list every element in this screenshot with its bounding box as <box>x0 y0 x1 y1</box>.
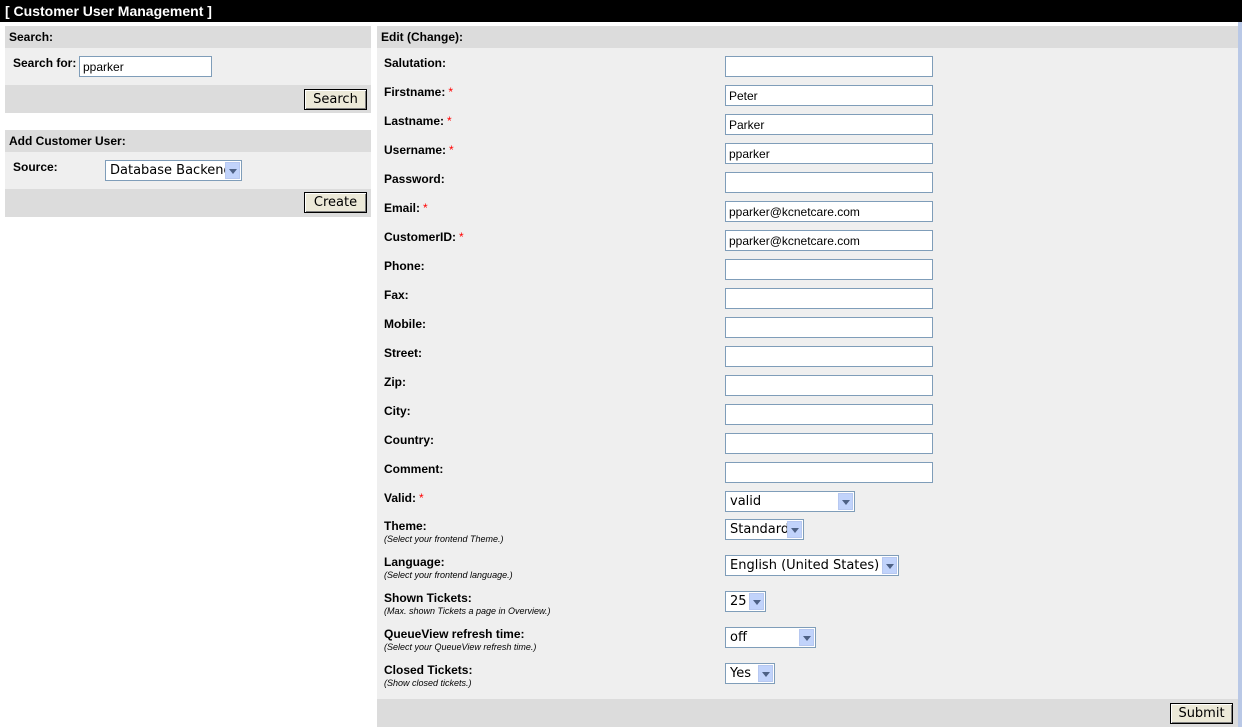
add-user-heading: Add Customer User: <box>5 130 371 152</box>
username-input[interactable] <box>725 143 933 164</box>
source-select-value: Database Backend <box>110 163 232 178</box>
fax-label: Fax: <box>384 288 409 302</box>
mobile-input[interactable] <box>725 317 933 338</box>
zip-input[interactable] <box>725 375 933 396</box>
chevron-down-icon <box>787 521 802 538</box>
language-select[interactable]: English (United States) <box>725 555 899 576</box>
required-mark: * <box>447 114 452 128</box>
city-input[interactable] <box>725 404 933 425</box>
required-mark: * <box>423 201 428 215</box>
firstname-input[interactable] <box>725 85 933 106</box>
required-mark: * <box>459 230 464 244</box>
customerid-input[interactable] <box>725 230 933 251</box>
lastname-label-text: Lastname: <box>384 114 445 128</box>
language-label: Language: <box>384 555 445 569</box>
language-hint: (Select your frontend language.) <box>384 570 513 580</box>
chevron-down-icon <box>758 665 773 682</box>
valid-label: Valid: * <box>384 491 424 505</box>
refresh-hint: (Select your QueueView refresh time.) <box>384 642 537 652</box>
password-label: Password: <box>384 172 445 186</box>
search-label: Search for: <box>13 56 77 70</box>
phone-input[interactable] <box>725 259 933 280</box>
refresh-label: QueueView refresh time: <box>384 627 525 641</box>
refresh-select[interactable]: off <box>725 627 816 648</box>
email-label: Email: * <box>384 201 428 215</box>
mobile-label: Mobile: <box>384 317 426 331</box>
chevron-down-icon <box>749 593 764 610</box>
required-mark: * <box>449 143 454 157</box>
chevron-down-icon <box>799 629 814 646</box>
valid-label-text: Valid: <box>384 491 417 505</box>
chevron-down-icon <box>838 493 853 510</box>
create-button[interactable]: Create <box>304 192 367 213</box>
city-label: City: <box>384 404 411 418</box>
closed-tickets-select[interactable]: Yes <box>725 663 775 684</box>
theme-hint: (Select your frontend Theme.) <box>384 534 504 544</box>
lastname-label: Lastname: * <box>384 114 452 128</box>
username-label: Username: * <box>384 143 454 157</box>
email-input[interactable] <box>725 201 933 222</box>
lastname-input[interactable] <box>725 114 933 135</box>
shown-tickets-select[interactable]: 25 <box>725 591 766 612</box>
page-title: [ Customer User Management ] <box>0 0 1242 22</box>
closed-tickets-hint: (Show closed tickets.) <box>384 678 472 688</box>
password-input[interactable] <box>725 172 933 193</box>
shown-tickets-label: Shown Tickets: <box>384 591 472 605</box>
refresh-select-value: off <box>730 630 747 645</box>
country-label: Country: <box>384 433 434 447</box>
valid-select-value: valid <box>730 494 762 509</box>
country-input[interactable] <box>725 433 933 454</box>
theme-select-value: Standard <box>730 522 790 537</box>
window-edge <box>1238 22 1242 727</box>
phone-label: Phone: <box>384 259 425 273</box>
submit-button[interactable]: Submit <box>1170 703 1233 724</box>
comment-label: Comment: <box>384 462 444 476</box>
chevron-down-icon <box>882 557 897 574</box>
firstname-label: Firstname: * <box>384 85 453 99</box>
fax-input[interactable] <box>725 288 933 309</box>
search-heading: Search: <box>5 26 371 48</box>
firstname-label-text: Firstname: <box>384 85 446 99</box>
closed-tickets-label: Closed Tickets: <box>384 663 473 677</box>
street-input[interactable] <box>725 346 933 367</box>
search-button[interactable]: Search <box>304 89 367 110</box>
required-mark: * <box>419 491 424 505</box>
source-label: Source: <box>13 160 58 174</box>
closed-tickets-select-value: Yes <box>730 666 751 681</box>
valid-select[interactable]: valid <box>725 491 855 512</box>
comment-input[interactable] <box>725 462 933 483</box>
theme-label: Theme: <box>384 519 427 533</box>
edit-footer <box>377 699 1238 727</box>
search-input[interactable] <box>79 56 212 77</box>
theme-select[interactable]: Standard <box>725 519 804 540</box>
source-select[interactable]: Database Backend <box>105 160 242 181</box>
customerid-label-text: CustomerID: <box>384 230 457 244</box>
username-label-text: Username: <box>384 143 447 157</box>
chevron-down-icon <box>225 162 240 179</box>
salutation-label: Salutation: <box>384 56 446 70</box>
language-select-value: English (United States) <box>730 558 880 573</box>
email-label-text: Email: <box>384 201 421 215</box>
customerid-label: CustomerID: * <box>384 230 464 244</box>
shown-tickets-select-value: 25 <box>730 594 747 609</box>
zip-label: Zip: <box>384 375 406 389</box>
street-label: Street: <box>384 346 423 360</box>
required-mark: * <box>448 85 454 99</box>
shown-tickets-hint: (Max. shown Tickets a page in Overview.) <box>384 606 551 616</box>
edit-heading: Edit (Change): <box>377 26 1238 48</box>
salutation-input[interactable] <box>725 56 933 77</box>
